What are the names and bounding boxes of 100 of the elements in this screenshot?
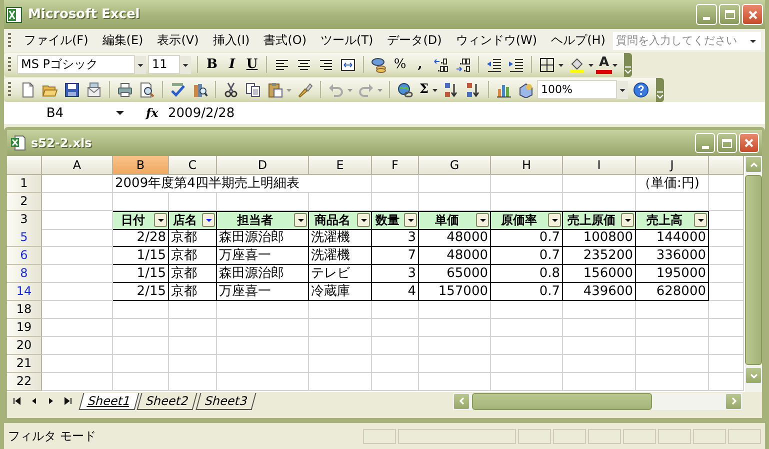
last-sheet-icon[interactable] [62,395,74,407]
menu-item[interactable]: ヘルプ(H) [544,32,612,49]
row-header[interactable]: 21 [7,355,42,373]
row-header[interactable]: 8 [7,265,42,283]
column-header[interactable]: B [113,156,169,175]
zoom-combobox[interactable]: 100% [537,80,617,99]
caret-icon[interactable] [696,216,704,224]
column-header[interactable]: A [42,156,113,175]
caret-icon[interactable] [360,216,368,224]
row-header[interactable]: 14 [7,283,42,301]
row-header[interactable]: 18 [7,301,42,319]
filter-button[interactable] [154,213,167,227]
empty-cell [491,373,563,391]
underline-button[interactable]: U [242,54,262,74]
filter-button[interactable] [357,213,370,227]
caret-icon[interactable] [624,216,632,224]
percent-button[interactable]: % [390,54,410,74]
column-header[interactable]: D [217,156,309,175]
row-header[interactable]: 20 [7,337,42,355]
menu-item[interactable]: ツール(T) [314,32,380,49]
font-size-combobox[interactable]: 11 [148,55,180,74]
caret-icon[interactable] [406,216,414,224]
column-header[interactable]: J [636,156,709,175]
column-header[interactable]: I [563,156,636,175]
formula-field[interactable]: 2009/2/28 [168,106,235,120]
scroll-left-button[interactable] [453,392,470,410]
toolbar-grip[interactable] [8,33,11,48]
insert-function-button[interactable]: fx [146,106,168,120]
filter-button[interactable] [694,213,707,227]
caret-icon[interactable] [296,216,304,224]
row-header[interactable]: 19 [7,319,42,337]
dropdown-icon[interactable] [617,80,628,98]
row-header[interactable]: 22 [7,373,42,391]
menu-item[interactable]: 表示(V) [150,32,206,49]
toolbar-options-icon[interactable] [624,52,632,76]
scrollbar-thumb[interactable] [472,392,652,410]
maximize-button[interactable] [719,4,740,25]
bold-button[interactable]: B [202,54,222,74]
font-color-button[interactable]: A [596,56,612,74]
first-sheet-icon[interactable] [11,395,23,407]
caret-icon[interactable] [204,216,212,224]
column-header[interactable]: F [372,156,419,175]
menu-item[interactable]: ウィンドウ(W) [448,32,544,49]
filter-button[interactable] [294,213,307,227]
row-header[interactable]: 2 [7,193,42,211]
spreadsheet-file-icon [10,135,26,151]
scroll-right-button[interactable] [725,392,742,410]
italic-button[interactable]: I [222,54,242,74]
help-search-field[interactable]: 質問を入力してください [613,32,761,50]
column-header[interactable]: G [419,156,491,175]
comma-button[interactable]: , [410,54,430,74]
caret-icon[interactable] [156,216,164,224]
toolbar-options-icon[interactable] [656,78,664,102]
font-name-combobox[interactable]: MS Pゴシック [17,55,135,74]
filter-button[interactable] [202,213,215,227]
empty-cell [169,337,217,355]
toolbar-grip[interactable] [8,57,11,72]
scroll-up-button[interactable] [745,156,762,173]
scroll-down-button[interactable] [745,367,762,384]
menu-item[interactable]: 編集(E) [95,32,150,49]
row-header[interactable]: 1 [7,175,42,193]
table-cell: 65000 [419,265,491,283]
vertical-scrollbar[interactable] [745,156,762,392]
autosum-button[interactable]: Σ [416,80,432,100]
caret-icon[interactable] [478,216,486,224]
caret-icon[interactable] [550,216,558,224]
dropdown-icon[interactable] [135,56,146,74]
filter-button[interactable] [548,213,561,227]
row-header[interactable]: 3 [7,211,42,230]
minimize-button[interactable] [696,4,717,25]
column-header[interactable]: C [169,156,217,175]
menu-item[interactable]: 書式(O) [256,32,314,49]
empty-cell [309,373,372,391]
menu-item[interactable]: 挿入(I) [206,32,257,49]
maximize-button[interactable] [717,133,737,153]
filter-button[interactable] [404,213,417,227]
scrollbar-thumb[interactable] [745,175,762,365]
table-cell: 冷蔵庫 [309,283,372,301]
close-button[interactable] [742,4,763,25]
filter-button[interactable] [476,213,489,227]
empty-cell [372,175,419,193]
empty-cell [309,301,372,319]
toolbar-grip[interactable] [8,82,11,97]
sheet-tab[interactable]: Sheet2 [137,392,198,410]
menu-item[interactable]: ファイル(F) [17,32,96,49]
empty-cell [491,355,563,373]
sheet-tab[interactable]: Sheet3 [195,392,256,410]
sheet-tab[interactable]: Sheet1 [78,392,140,410]
dropdown-icon[interactable] [180,56,191,74]
menu-item[interactable]: データ(D) [380,32,449,49]
header-label: 店名 [173,212,197,229]
horizontal-scrollbar[interactable] [453,392,742,410]
row-header[interactable]: 6 [7,247,42,265]
filter-button[interactable] [621,213,634,227]
column-header[interactable]: H [491,156,563,175]
minimize-button[interactable] [695,133,715,153]
column-header[interactable]: E [309,156,372,175]
name-box[interactable]: B4 [4,106,110,120]
spreadsheet-app-icon [6,6,22,22]
row-header[interactable]: 5 [7,229,42,247]
